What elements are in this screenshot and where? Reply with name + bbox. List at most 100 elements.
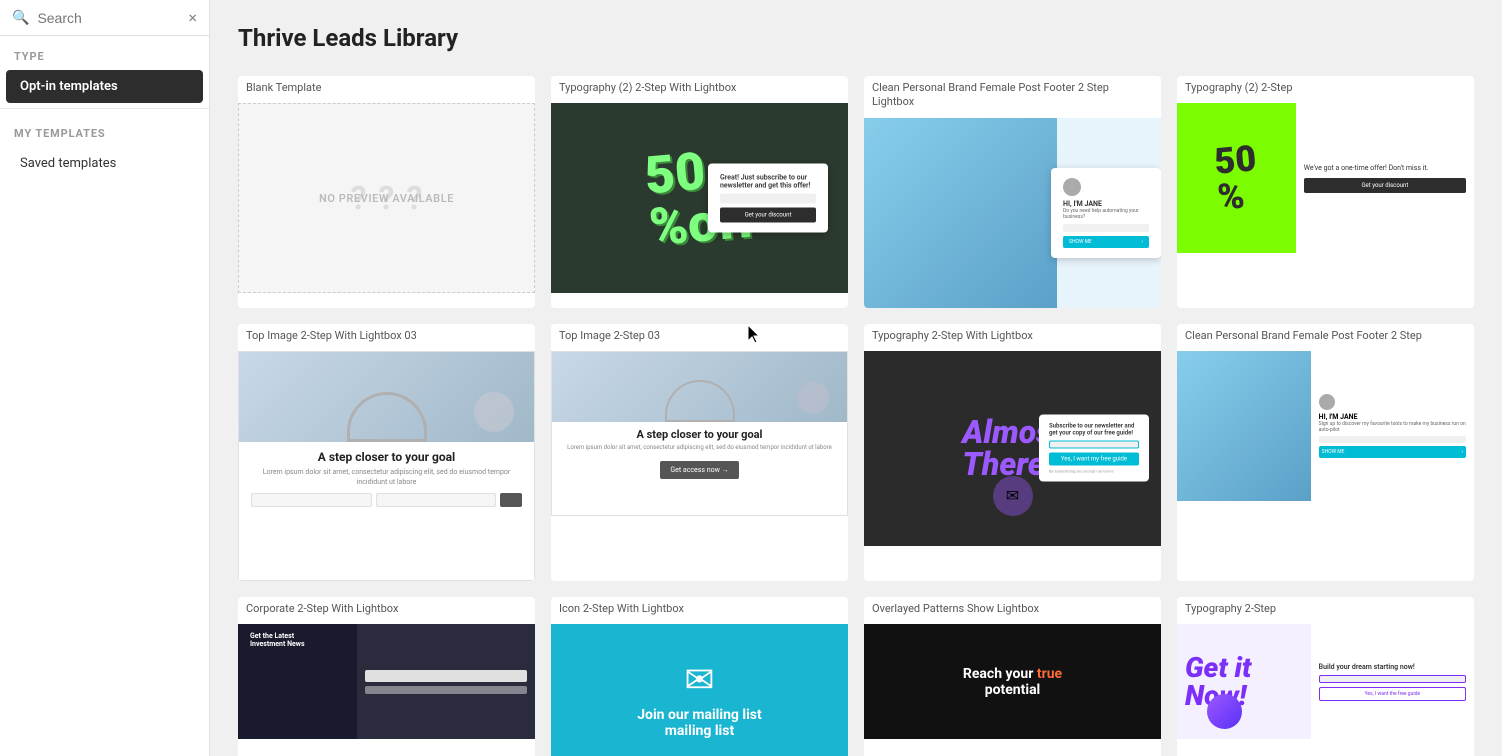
ap-title: Subscribe to our newsletter and get your… — [1049, 423, 1139, 437]
template-name-overlay: Overlayed Patterns Show Lightbox — [864, 597, 1161, 624]
tp-title: Great! Just subscribe to our newsletter … — [720, 174, 816, 190]
cpb2-thumb: HI, I'M JANE Sign up to discover my favo… — [1177, 351, 1474, 501]
cpb-overlay: HI, I'M JANE Do you need help automating… — [1051, 168, 1161, 258]
topimg-inputs — [251, 493, 522, 507]
typo2-thumb: 50% We've got a one-time offer! Don't mi… — [1177, 103, 1474, 253]
typo-thumb-1: 50%off Great! Just subscribe to our news… — [551, 103, 848, 293]
tp-btn: Get your discount — [720, 208, 816, 223]
main-content: Thrive Leads Library Blank Template ? ? … — [210, 0, 1502, 756]
typo-popup: Great! Just subscribe to our newsletter … — [708, 164, 828, 233]
tp-input — [720, 194, 816, 204]
typo2-text: We've got a one-time offer! Don't miss i… — [1304, 164, 1466, 172]
typos-btn: Yes, I want the free guide — [1319, 687, 1466, 701]
cpb2-img — [1177, 351, 1311, 501]
topimg-arch — [347, 392, 427, 442]
template-name-cpb2: Clean Personal Brand Female Post Footer … — [1177, 324, 1474, 351]
cpb2-form: HI, I'M JANE Sign up to discover my favo… — [1311, 351, 1474, 501]
close-icon[interactable]: × — [188, 8, 197, 27]
template-name-blank: Blank Template — [238, 76, 535, 103]
topimg-body: A step closer to your goal Lorem ipsum d… — [239, 442, 534, 516]
topimg-thumb: A step closer to your goal Lorem ipsum d… — [238, 351, 535, 581]
cpb-hi: HI, I'M JANE — [1063, 200, 1149, 208]
template-name-typo-dark: Typography 2-Step With Lightbox — [864, 324, 1161, 351]
template-card-cpb[interactable]: Clean Personal Brand Female Post Footer … — [864, 76, 1161, 308]
overlay-line2: potential — [963, 682, 1062, 698]
sidebar-item-optin[interactable]: Opt-in templates — [6, 70, 203, 103]
almost-thumb: AlmostThere! ✉ Subscribe to our newslett… — [864, 351, 1161, 546]
cpb-sub: Do you need help automating your busines… — [1063, 208, 1149, 220]
overlay-highlight: true — [1037, 666, 1062, 682]
topimg2-btn: Get access now → — [660, 461, 738, 479]
cpb2-btn: SHOW ME › — [1319, 446, 1466, 458]
ap-note: By subscribing you accept our terms — [1049, 469, 1139, 474]
corp-overlay-text: Get the LatestInvestment News — [250, 632, 305, 648]
page-title: Thrive Leads Library — [238, 24, 1474, 52]
template-name-topimg2: Top Image 2-Step 03 — [551, 324, 848, 351]
template-name-icon2: Icon 2-Step With Lightbox — [551, 597, 848, 624]
ap-input — [1049, 441, 1139, 449]
cpb-avatar — [1063, 178, 1081, 196]
typos-left: Get itNow! — [1177, 646, 1311, 718]
typos-input — [1319, 675, 1466, 683]
template-name-typo2-lightbox: Typography (2) 2-Step With Lightbox — [551, 76, 848, 103]
template-card-topimg-lightbox[interactable]: Top Image 2-Step With Lightbox 03 A step… — [238, 324, 535, 581]
cpb2-sub: Sign up to discover my favourite tools t… — [1319, 421, 1466, 433]
typo2-50pct: 50% — [1212, 141, 1260, 216]
template-card-cpb2[interactable]: Clean Personal Brand Female Post Footer … — [1177, 324, 1474, 581]
template-card-icon2[interactable]: Icon 2-Step With Lightbox ✉ Join our mai… — [551, 597, 848, 756]
sidebar-divider — [0, 108, 209, 109]
typos-planet — [1207, 694, 1242, 729]
sidebar: 🔍 × TYPE Opt-in templates MY TEMPLATES S… — [0, 0, 210, 756]
search-icon: 🔍 — [12, 10, 29, 26]
cpb-input — [1063, 224, 1149, 232]
topimg-name-input — [251, 493, 372, 507]
template-card-typo-simple[interactable]: Typography 2-Step Get itNow! Build your … — [1177, 597, 1474, 756]
topimg-submit-btn — [500, 493, 522, 507]
topimg2-thumb: A step closer to your goal Lorem ipsum d… — [551, 351, 848, 516]
icon2-subtitle: mailing list — [665, 723, 734, 739]
topimg-img — [239, 352, 534, 442]
type-section-label: TYPE — [0, 36, 209, 69]
template-card-overlay[interactable]: Overlayed Patterns Show Lightbox Reach y… — [864, 597, 1161, 756]
overlay-line1: Reach your true — [963, 666, 1062, 682]
cpb-btn: SHOW ME › — [1063, 236, 1149, 248]
search-bar[interactable]: 🔍 × — [0, 0, 209, 36]
no-preview-text: NO PREVIEW AVAILABLE — [319, 192, 454, 205]
template-name-cpb: Clean Personal Brand Female Post Footer … — [864, 76, 1161, 118]
template-card-typo2-2step[interactable]: Typography (2) 2-Step 50% We've got a on… — [1177, 76, 1474, 308]
template-name-corp: Corporate 2-Step With Lightbox — [238, 597, 535, 624]
topimg-title: A step closer to your goal — [251, 450, 522, 464]
template-card-typo2-lightbox[interactable]: Typography (2) 2-Step With Lightbox 50%o… — [551, 76, 848, 308]
topimg-email-input — [376, 493, 497, 507]
search-input[interactable] — [37, 10, 180, 26]
topimg2-sub: Lorem ipsum dolor sit amet, consectetur … — [567, 444, 832, 452]
template-card-blank[interactable]: Blank Template ? ? ? NO PREVIEW AVAILABL… — [238, 76, 535, 308]
overlay-content: Reach your true potential — [963, 666, 1062, 698]
blank-thumb: ? ? ? NO PREVIEW AVAILABLE — [238, 103, 535, 293]
typos-get: Get itNow! — [1185, 654, 1303, 710]
topimg-circle — [474, 392, 514, 432]
template-card-typo-dark[interactable]: Typography 2-Step With Lightbox AlmostTh… — [864, 324, 1161, 581]
topimg2-title: A step closer to your goal — [567, 428, 832, 441]
cpb-thumb: HI, I'M JANE Do you need help automating… — [864, 118, 1161, 308]
ap-btn: Yes, I want my free guide — [1049, 453, 1139, 466]
template-card-corp[interactable]: Corporate 2-Step With Lightbox Get the L… — [238, 597, 535, 756]
typo2-left: 50% — [1177, 103, 1296, 253]
typos-right: Build your dream starting now! Yes, I wa… — [1311, 624, 1474, 739]
template-card-topimg2[interactable]: Top Image 2-Step 03 A step closer to you… — [551, 324, 848, 581]
cpb2-input — [1319, 436, 1466, 443]
corp-thumb: Get the LatestInvestment News — [238, 624, 535, 739]
corp-right-panel — [357, 624, 535, 739]
cpb-img-area — [864, 118, 1057, 308]
my-templates-label: MY TEMPLATES — [0, 113, 209, 146]
overlay-thumb: Reach your true potential — [864, 624, 1161, 739]
template-name-typo2-2step: Typography (2) 2-Step — [1177, 76, 1474, 103]
icon2-title: Join our mailing list — [637, 707, 762, 723]
template-grid: Blank Template ? ? ? NO PREVIEW AVAILABL… — [238, 76, 1474, 756]
typo-simple-thumb: Get itNow! Build your dream starting now… — [1177, 624, 1474, 739]
almost-popup: Subscribe to our newsletter and get your… — [1039, 415, 1149, 482]
template-name-topimg-lightbox: Top Image 2-Step With Lightbox 03 — [238, 324, 535, 351]
sidebar-item-saved-templates[interactable]: Saved templates — [6, 147, 203, 180]
envelope-icon: ✉ — [684, 659, 714, 701]
template-name-typo-simple: Typography 2-Step — [1177, 597, 1474, 624]
